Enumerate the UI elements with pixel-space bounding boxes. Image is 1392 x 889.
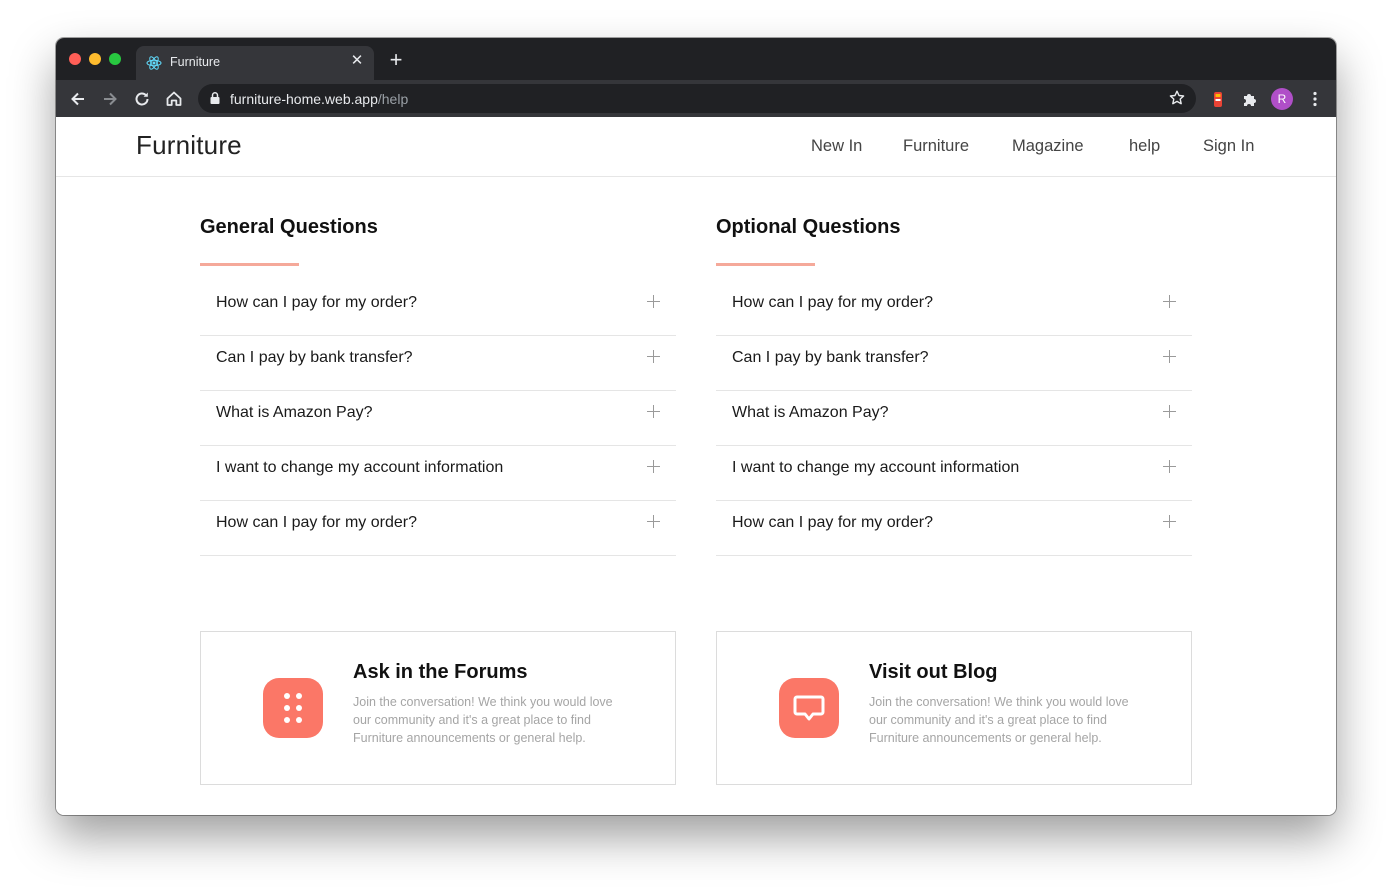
faq-heading: General Questions	[200, 216, 378, 238]
faq-heading: Optional Questions	[716, 216, 901, 238]
faq-question: How can I pay for my order?	[732, 294, 933, 311]
tab-strip: Furniture ✕ +	[56, 38, 1336, 80]
chat-bubble-icon	[779, 678, 839, 738]
faq-question: How can I pay for my order?	[216, 514, 417, 531]
close-window-button[interactable]	[69, 53, 81, 65]
address-bar[interactable]: furniture-home.web.app/help	[198, 84, 1196, 113]
faq-question: How can I pay for my order?	[732, 514, 933, 531]
faq-item[interactable]: What is Amazon Pay?	[716, 391, 1192, 446]
plus-icon[interactable]	[1163, 405, 1176, 418]
card-description: Join the conversation! We think you woul…	[353, 695, 613, 745]
plus-icon[interactable]	[1163, 350, 1176, 363]
heading-underline	[200, 263, 299, 266]
plus-icon[interactable]	[1163, 515, 1176, 528]
menu-dots-icon[interactable]	[1305, 89, 1325, 109]
plus-icon[interactable]	[647, 350, 660, 363]
card-title: Ask in the Forums	[353, 661, 528, 683]
plus-icon[interactable]	[647, 405, 660, 418]
faq-item[interactable]: Can I pay by bank transfer?	[200, 336, 676, 391]
profile-avatar[interactable]: R	[1271, 88, 1293, 110]
new-tab-icon[interactable]: +	[386, 49, 406, 71]
faq-item[interactable]: What is Amazon Pay?	[200, 391, 676, 446]
star-icon[interactable]	[1168, 89, 1186, 107]
faq-list: How can I pay for my order? Can I pay by…	[200, 281, 676, 556]
faq-question: I want to change my account information	[732, 459, 1020, 476]
browser-window: Furniture ✕ + furniture-home.web.app/hel…	[56, 38, 1336, 815]
plus-icon[interactable]	[1163, 460, 1176, 473]
faq-item[interactable]: How can I pay for my order?	[200, 501, 676, 556]
reload-icon[interactable]	[132, 89, 152, 109]
tab-title: Furniture	[170, 55, 221, 69]
forward-icon[interactable]	[100, 89, 120, 109]
extension-icon[interactable]	[1208, 89, 1228, 109]
faq-item[interactable]: I want to change my account information	[716, 446, 1192, 501]
url-text: furniture-home.web.app/help	[230, 91, 409, 107]
maximize-window-button[interactable]	[109, 53, 121, 65]
card-title: Visit out Blog	[869, 661, 998, 683]
faq-optional: Optional Questions How can I pay for my …	[716, 215, 1192, 556]
faq-item[interactable]: How can I pay for my order?	[200, 281, 676, 336]
react-favicon-icon	[146, 56, 162, 70]
plus-icon[interactable]	[1163, 295, 1176, 308]
puzzle-icon[interactable]	[1240, 89, 1260, 109]
nav-new-in[interactable]: New In	[811, 137, 862, 156]
plus-icon[interactable]	[647, 515, 660, 528]
faq-general: General Questions How can I pay for my o…	[200, 215, 676, 556]
faq-question: Can I pay by bank transfer?	[732, 349, 929, 366]
home-icon[interactable]	[164, 89, 184, 109]
minimize-window-button[interactable]	[89, 53, 101, 65]
browser-toolbar: furniture-home.web.app/help R	[56, 80, 1336, 117]
faq-list: How can I pay for my order? Can I pay by…	[716, 281, 1192, 556]
nav-sign-in[interactable]: Sign In	[1203, 137, 1254, 156]
close-tab-icon[interactable]: ✕	[348, 52, 366, 70]
site-header: Furniture New In Furniture Magazine help…	[56, 117, 1336, 177]
faq-question: I want to change my account information	[216, 459, 504, 476]
heading-underline	[716, 263, 815, 266]
faq-item[interactable]: How can I pay for my order?	[716, 501, 1192, 556]
faq-item[interactable]: I want to change my account information	[200, 446, 676, 501]
faq-question: Can I pay by bank transfer?	[216, 349, 413, 366]
page-content: Furniture New In Furniture Magazine help…	[56, 117, 1336, 815]
site-logo[interactable]: Furniture	[136, 130, 242, 161]
faq-question: What is Amazon Pay?	[216, 404, 373, 421]
nav-help[interactable]: help	[1129, 137, 1160, 156]
plus-icon[interactable]	[647, 295, 660, 308]
browser-tab[interactable]: Furniture ✕	[136, 46, 374, 80]
nav-furniture[interactable]: Furniture	[903, 137, 969, 156]
forums-card[interactable]: Ask in the Forums Join the conversation!…	[200, 631, 676, 785]
faq-item[interactable]: How can I pay for my order?	[716, 281, 1192, 336]
card-description: Join the conversation! We think you woul…	[869, 695, 1129, 745]
nav-magazine[interactable]: Magazine	[1012, 137, 1084, 156]
dots-grid-icon	[263, 678, 323, 738]
back-icon[interactable]	[68, 89, 88, 109]
plus-icon[interactable]	[647, 460, 660, 473]
blog-card[interactable]: Visit out Blog Join the conversation! We…	[716, 631, 1192, 785]
lock-icon	[210, 92, 220, 104]
faq-question: What is Amazon Pay?	[732, 404, 889, 421]
faq-item[interactable]: Can I pay by bank transfer?	[716, 336, 1192, 391]
faq-question: How can I pay for my order?	[216, 294, 417, 311]
